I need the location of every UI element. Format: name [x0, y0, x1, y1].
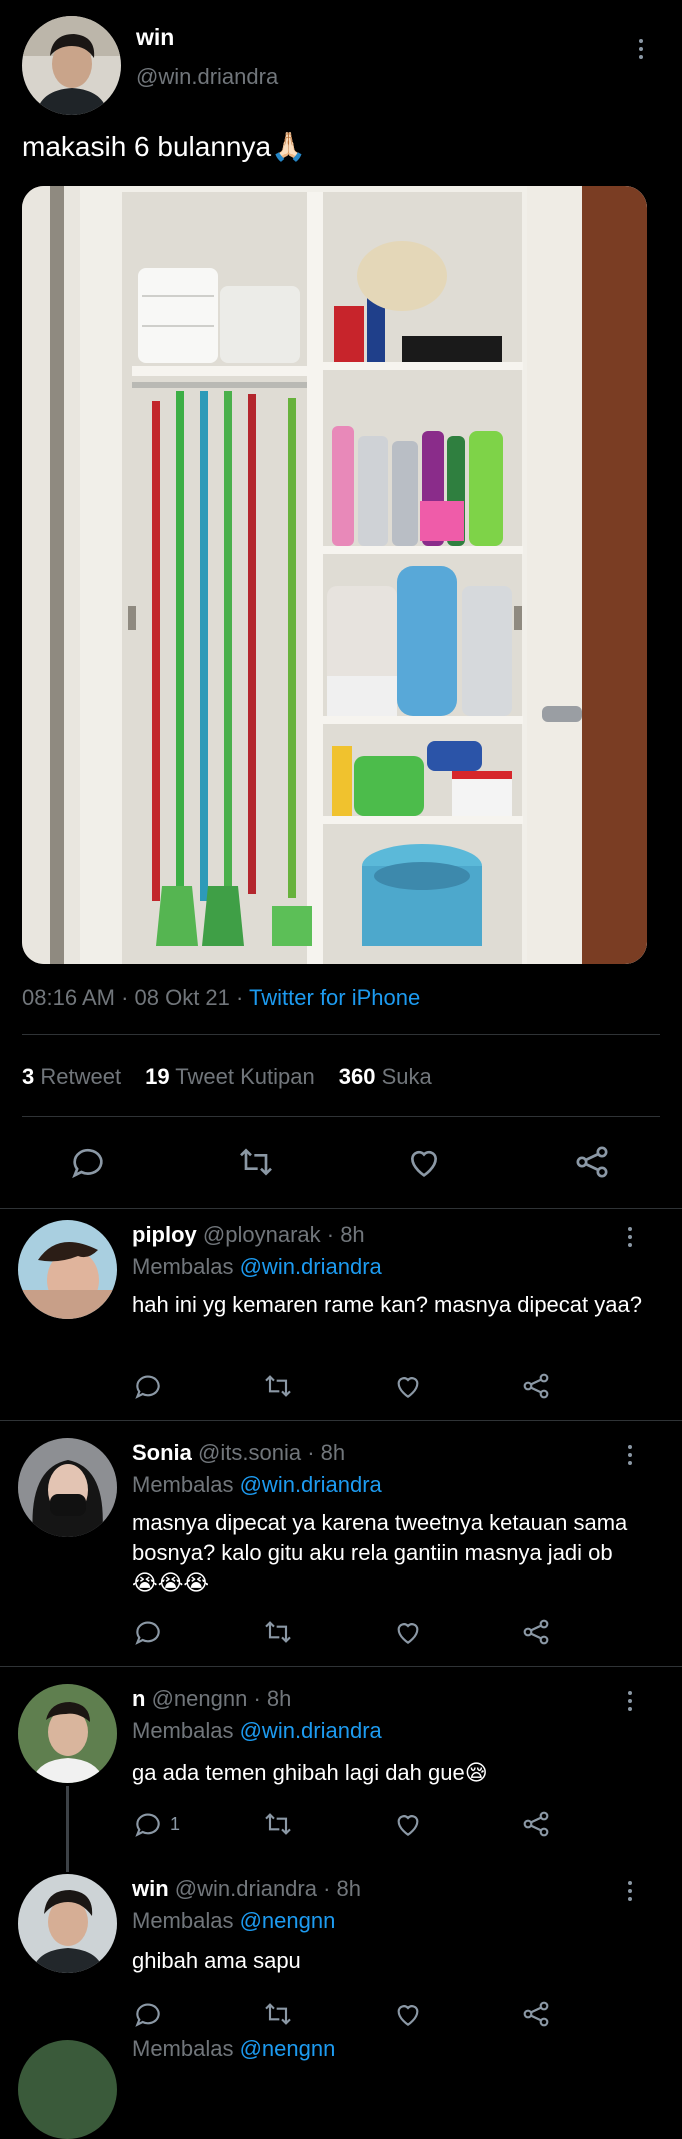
- retweet-count: 3: [22, 1064, 35, 1089]
- like-count: 360: [338, 1064, 376, 1089]
- reply-share-icon[interactable]: [520, 1808, 552, 1840]
- reply-like-icon[interactable]: [392, 1616, 424, 1648]
- divider: [0, 1208, 682, 1209]
- tweet-text: makasih 6 bulannya🙏🏻: [22, 131, 306, 162]
- like-icon[interactable]: [404, 1142, 444, 1182]
- reply-reply-icon[interactable]: [132, 1998, 164, 2030]
- tweet-time: 08:16 AM · 08 Okt 21 ·: [22, 985, 250, 1010]
- reply-handle[interactable]: @its.sonia: [198, 1440, 301, 1465]
- reply-reply-icon: [132, 1808, 164, 1840]
- divider: [0, 1420, 682, 1421]
- replying-to-handle[interactable]: @nengnn: [240, 2036, 336, 2061]
- more-options-icon[interactable]: [618, 1222, 642, 1252]
- replying-prefix: Membalas: [132, 1718, 240, 1743]
- reply-like-icon[interactable]: [392, 1808, 424, 1840]
- tweet-stats: 3 Retweet 19 Tweet Kutipan 360 Suka: [22, 1064, 432, 1090]
- reply-header: win @win.driandra · 8h: [132, 1876, 361, 1902]
- replying-to: Membalas @win.driandra: [132, 1254, 382, 1280]
- reply-reply-button[interactable]: 1: [132, 1808, 180, 1840]
- reply-avatar[interactable]: [18, 1874, 117, 1973]
- reply-text: hah ini yg kemaren rame kan? masnya dipe…: [132, 1292, 642, 1317]
- more-options-icon[interactable]: [618, 1686, 642, 1716]
- reply-name[interactable]: Sonia: [132, 1440, 192, 1465]
- like-stat[interactable]: 360 Suka: [339, 1064, 432, 1090]
- reply-time: · 8h: [316, 1876, 362, 1901]
- reply-avatar[interactable]: [18, 1684, 117, 1783]
- reply-share-icon[interactable]: [520, 1616, 552, 1648]
- reply-avatar[interactable]: [18, 1220, 117, 1319]
- reply-retweet-icon[interactable]: [262, 1998, 294, 2030]
- replying-to-handle[interactable]: @nengnn: [240, 1908, 336, 1933]
- reply-text: ghibah ama sapu: [132, 1948, 301, 1973]
- reply-avatar[interactable]: [18, 1438, 117, 1537]
- reply-name[interactable]: piploy: [132, 1222, 197, 1247]
- quote-label: Tweet Kutipan: [175, 1064, 315, 1089]
- divider: [22, 1034, 660, 1035]
- reply-name[interactable]: win: [132, 1876, 169, 1901]
- reply-text: ga ada temen ghibah lagi dah gue😪: [132, 1760, 488, 1785]
- replying-to-handle[interactable]: @win.driandra: [240, 1254, 382, 1279]
- replying-to-handle[interactable]: @win.driandra: [240, 1718, 382, 1743]
- divider: [22, 1116, 660, 1117]
- share-icon[interactable]: [572, 1142, 612, 1182]
- tweet-source[interactable]: Twitter for iPhone: [249, 985, 420, 1010]
- reply-time: · 8h: [320, 1222, 365, 1247]
- reply-count: 1: [170, 1813, 181, 1834]
- divider: [0, 1666, 682, 1667]
- reply-time: · 8h: [247, 1686, 292, 1711]
- more-options-icon[interactable]: [629, 34, 653, 64]
- reply-name[interactable]: n: [132, 1686, 145, 1711]
- reply-icon[interactable]: [68, 1142, 108, 1182]
- more-options-icon[interactable]: [618, 1440, 642, 1470]
- thread-line: [66, 1786, 69, 1872]
- reply-time: · 8h: [301, 1440, 346, 1465]
- reply-like-icon[interactable]: [392, 1998, 424, 2030]
- tweet-image[interactable]: [22, 186, 647, 964]
- reply-header: n @nengnn · 8h: [132, 1686, 291, 1712]
- replying-to-handle[interactable]: @win.driandra: [240, 1472, 382, 1497]
- replying-prefix: Membalas: [132, 1472, 240, 1497]
- author-handle[interactable]: @win.driandra: [136, 64, 278, 90]
- replying-prefix: Membalas: [132, 2036, 240, 2061]
- quote-stat[interactable]: 19 Tweet Kutipan: [145, 1064, 315, 1090]
- reply-handle[interactable]: @ploynarak: [203, 1222, 321, 1247]
- reply-text: masnya dipecat ya karena tweetnya ketaua…: [132, 1510, 628, 1595]
- replying-to: Membalas @nengnn: [132, 2036, 335, 2062]
- reply-header: Sonia @its.sonia · 8h: [132, 1440, 345, 1466]
- reply-retweet-icon[interactable]: [262, 1370, 294, 1402]
- reply-retweet-icon[interactable]: [262, 1616, 294, 1648]
- retweet-icon[interactable]: [236, 1142, 276, 1182]
- replying-prefix: Membalas: [132, 1908, 240, 1933]
- reply-retweet-icon[interactable]: [262, 1808, 294, 1840]
- author-name[interactable]: win: [136, 24, 174, 51]
- author-avatar[interactable]: [22, 16, 121, 115]
- like-label: Suka: [381, 1064, 432, 1089]
- retweet-stat[interactable]: 3 Retweet: [22, 1064, 121, 1090]
- replying-to: Membalas @nengnn: [132, 1908, 335, 1934]
- reply-reply-icon[interactable]: [132, 1616, 164, 1648]
- reply-reply-icon[interactable]: [132, 1370, 164, 1402]
- reply-share-icon[interactable]: [520, 1998, 552, 2030]
- reply-avatar[interactable]: [18, 2040, 117, 2139]
- replying-to: Membalas @win.driandra: [132, 1718, 382, 1744]
- reply-share-icon[interactable]: [520, 1370, 552, 1402]
- reply-handle[interactable]: @nengnn: [152, 1686, 248, 1711]
- replying-prefix: Membalas: [132, 1254, 240, 1279]
- reply-like-icon[interactable]: [392, 1370, 424, 1402]
- more-options-icon[interactable]: [618, 1876, 642, 1906]
- retweet-label: Retweet: [40, 1064, 122, 1089]
- tweet-timestamp[interactable]: 08:16 AM · 08 Okt 21 · Twitter for iPhon…: [22, 985, 420, 1011]
- reply-handle[interactable]: @win.driandra: [175, 1876, 317, 1901]
- quote-count: 19: [145, 1064, 170, 1089]
- replying-to: Membalas @win.driandra: [132, 1472, 382, 1498]
- reply-header: piploy @ploynarak · 8h: [132, 1222, 365, 1248]
